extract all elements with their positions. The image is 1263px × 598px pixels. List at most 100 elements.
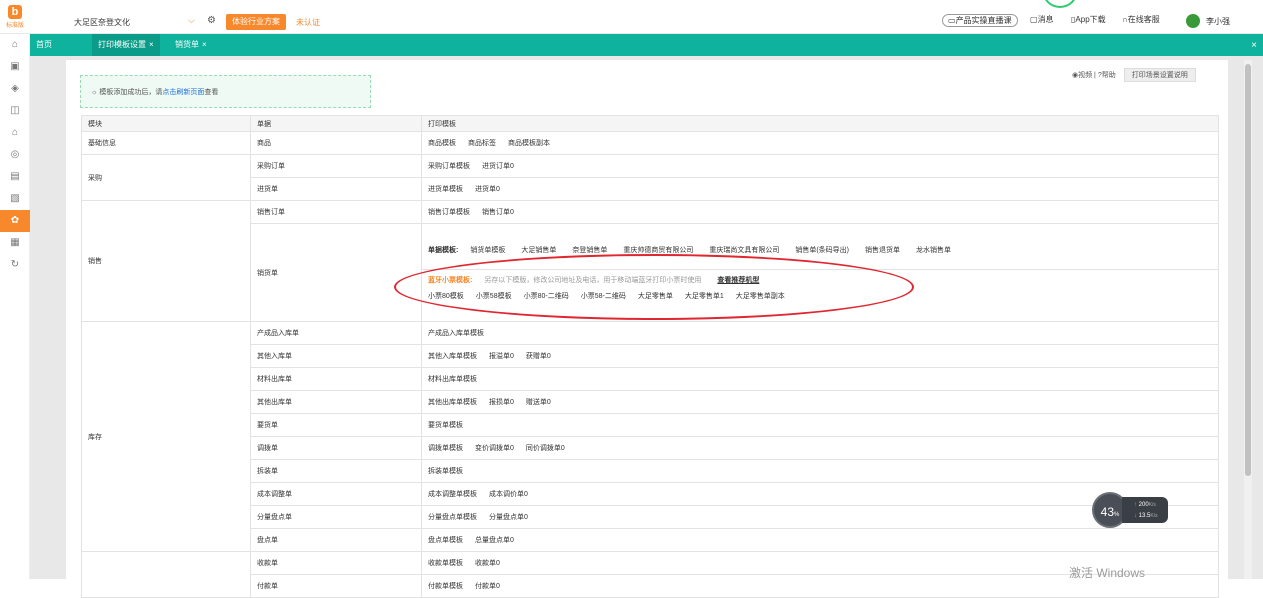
- company-name[interactable]: 大足区奈登文化: [74, 17, 130, 28]
- template-link[interactable]: 销售订单模板: [428, 207, 470, 217]
- template-link[interactable]: 报损单0: [489, 397, 514, 407]
- template-link[interactable]: 其他入库单模板: [428, 351, 477, 361]
- tab-sales-delivery[interactable]: 销货单 ×: [169, 34, 213, 56]
- live-demo-button[interactable]: ▭ 产品实操直播课: [942, 14, 1018, 27]
- gift-icon[interactable]: ▣: [0, 56, 30, 78]
- template-link[interactable]: 同价调拨单0: [526, 443, 565, 453]
- document-cell: 调拨单: [250, 436, 422, 460]
- template-link[interactable]: 付款单模板: [428, 581, 463, 591]
- refresh-page-link[interactable]: 点击刷新页面: [162, 89, 204, 96]
- report-icon[interactable]: ▤: [0, 166, 30, 188]
- templates-cell: 产成品入库单模板: [421, 321, 1219, 345]
- money-icon[interactable]: ◎: [0, 144, 30, 166]
- close-icon[interactable]: ×: [202, 40, 207, 49]
- top-header: b 标准版 大足区奈登文化 ⌵ ⚙ 体验行业方案 未认证 ▭ 产品实操直播课 ▢…: [0, 0, 1263, 34]
- windows-watermark: 激活 Windows: [1069, 566, 1146, 580]
- messages-button[interactable]: ▢ 消息: [1030, 14, 1054, 25]
- document-cell: 分量盘点单: [250, 505, 422, 529]
- template-link[interactable]: 其他出库单模板: [428, 397, 477, 407]
- table-row: 要货单 要货单模板: [82, 413, 1219, 437]
- table-row: 调拨单 调拨单模板 变价调拨单0 同价调拨单0: [82, 436, 1219, 460]
- online-service-button[interactable]: ∩ 在线客服: [1122, 14, 1160, 25]
- highlight-ellipse: [394, 254, 914, 320]
- template-link[interactable]: 收款单0: [475, 558, 500, 568]
- template-link[interactable]: 进货订单0: [482, 161, 514, 171]
- toolbar: ◉ 视频 | ? 帮助 打印场景设置说明: [1072, 68, 1196, 82]
- document-cell: 成本调整单: [250, 482, 422, 506]
- module-cell: 采购: [81, 154, 251, 201]
- document-cell: 付款单: [250, 574, 422, 598]
- template-link[interactable]: 销售订单0: [482, 207, 514, 217]
- template-link[interactable]: 进货单0: [475, 184, 500, 194]
- template-link[interactable]: 获赠单0: [526, 351, 551, 361]
- warehouse-icon[interactable]: ⌂: [0, 122, 30, 144]
- template-link[interactable]: 总量盘点单0: [475, 535, 514, 545]
- template-link[interactable]: 拆装单模板: [428, 466, 463, 476]
- home-icon[interactable]: ⌂: [0, 34, 30, 56]
- goods-icon[interactable]: ◈: [0, 78, 30, 100]
- template-link[interactable]: 商品模板副本: [508, 138, 550, 148]
- tab-home[interactable]: 首页: [30, 34, 58, 56]
- template-link[interactable]: 调拨单模板: [428, 443, 463, 453]
- template-link[interactable]: 商品标签: [468, 138, 496, 148]
- table-row: 其他入库单 其他入库单模板 报溢单0 获赠单0: [82, 344, 1219, 368]
- templates-cell: 进货单模板 进货单0: [421, 177, 1219, 201]
- template-link[interactable]: 奈登销售单: [572, 245, 607, 255]
- print-guide-button[interactable]: 打印场景设置说明: [1123, 68, 1196, 82]
- module-cell: 销售: [81, 200, 251, 322]
- template-link[interactable]: 盘点单模板: [428, 535, 463, 545]
- settings-icon[interactable]: ✿: [0, 210, 30, 232]
- template-link[interactable]: 报溢单0: [489, 351, 514, 361]
- chevron-down-icon[interactable]: ⌵: [188, 15, 195, 26]
- template-link[interactable]: 采购订单模板: [428, 161, 470, 171]
- template-link[interactable]: 分量盘点单模板: [428, 512, 477, 522]
- refresh-icon[interactable]: ↻: [0, 254, 30, 276]
- template-link[interactable]: 销售单(条码导出): [795, 245, 849, 255]
- close-all-icon[interactable]: ×: [1251, 40, 1257, 51]
- template-link[interactable]: 销售退货单: [865, 245, 900, 255]
- network-widget[interactable]: 43% ↑ 200K/s ↓ 13.5K/s: [1092, 492, 1168, 528]
- scrollbar-thumb[interactable]: [1245, 64, 1251, 476]
- document-icon[interactable]: ▦: [0, 232, 30, 254]
- template-link[interactable]: 大足销售单: [521, 245, 556, 255]
- image-icon[interactable]: ▧: [0, 188, 30, 210]
- unverified-badge[interactable]: 未认证: [296, 17, 320, 28]
- template-link[interactable]: 进货单模板: [428, 184, 463, 194]
- table-row: 付款单 付款单模板 付款单0: [82, 574, 1219, 598]
- close-icon[interactable]: ×: [149, 40, 154, 49]
- sidebar-icons: ⌂ ▣ ◈ ◫ ⌂ ◎ ▤ ▧ ✿ ▦ ↻: [0, 34, 30, 276]
- template-link[interactable]: 赠送单0: [526, 397, 551, 407]
- chat-icon: ▢: [1030, 15, 1038, 24]
- template-link[interactable]: 销货单模板: [470, 245, 505, 255]
- template-link[interactable]: 商品模板: [428, 138, 456, 148]
- templates-cell: 材料出库单模板: [421, 367, 1219, 391]
- app-logo[interactable]: b 标准版: [0, 0, 30, 34]
- template-link[interactable]: 产成品入库单模板: [428, 328, 484, 338]
- document-cell: 销货单: [250, 223, 422, 322]
- document-cell: 其他出库单: [250, 390, 422, 414]
- template-link[interactable]: 分量盘点单0: [489, 512, 528, 522]
- template-link[interactable]: 付款单0: [475, 581, 500, 591]
- bag-icon[interactable]: ◫: [0, 100, 30, 122]
- template-link[interactable]: 成本调整单模板: [428, 489, 477, 499]
- help-link[interactable]: 帮助: [1102, 70, 1116, 80]
- logo-mark: b: [8, 5, 22, 19]
- module-cell: 库存: [81, 321, 251, 552]
- table-row: 库存 产成品入库单 产成品入库单模板: [81, 321, 1219, 552]
- template-link[interactable]: 要货单模板: [428, 420, 463, 430]
- templates-cell: 拆装单模板: [421, 459, 1219, 483]
- video-link[interactable]: 视频: [1078, 70, 1092, 80]
- template-link[interactable]: 材料出库单模板: [428, 374, 477, 384]
- templates-cell: 要货单模板: [421, 413, 1219, 437]
- tab-print-template[interactable]: 打印模板设置 ×: [92, 34, 160, 56]
- template-link[interactable]: 龙水销售单: [916, 245, 951, 255]
- template-link[interactable]: 成本调价单0: [489, 489, 528, 499]
- template-link[interactable]: 变价调拨单0: [475, 443, 514, 453]
- gear-icon[interactable]: ⚙: [207, 15, 216, 26]
- app-download-button[interactable]: ▯ App下载: [1071, 14, 1106, 25]
- document-cell: 进货单: [250, 177, 422, 201]
- template-link[interactable]: 重庆瑞尚文具有限公司: [709, 245, 779, 255]
- user-menu[interactable]: 李小强: [1186, 14, 1230, 28]
- industry-solution-button[interactable]: 体验行业方案: [226, 14, 286, 30]
- template-link[interactable]: 收款单模板: [428, 558, 463, 568]
